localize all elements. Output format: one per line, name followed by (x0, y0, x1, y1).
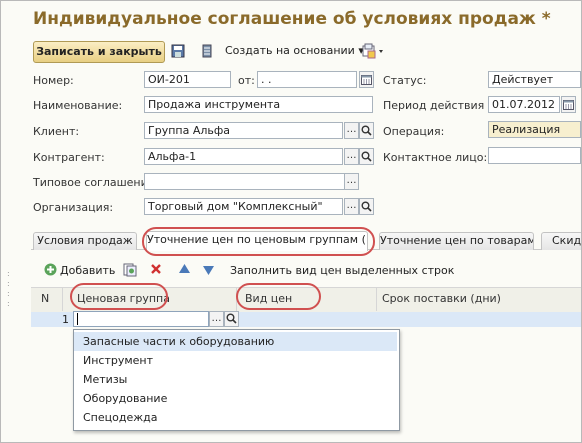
text-cursor (77, 313, 78, 325)
save-icon[interactable] (171, 43, 185, 59)
typical-agreement-select-button[interactable]: … (344, 173, 359, 190)
number-field[interactable]: ОИ-201 (144, 71, 231, 88)
print-menu-button[interactable] (362, 43, 386, 59)
client-field[interactable]: Группа Альфа (144, 122, 343, 139)
page-title: Индивидуальное соглашение об условиях пр… (33, 9, 551, 29)
price-group-search-button[interactable] (224, 311, 239, 327)
name-label: Наименование: (33, 99, 123, 112)
window: :::: Индивидуальное соглашение об услови… (0, 0, 582, 443)
fill-price-type-button[interactable]: Заполнить вид цен выделенных строк (230, 264, 454, 277)
tab-sales-conditions[interactable]: Условия продаж (33, 232, 137, 250)
highlight-oval-price-type (236, 283, 321, 310)
dropdown-item[interactable]: Запасные части к оборудованию (74, 332, 397, 351)
period-calendar-button[interactable] (561, 96, 576, 113)
period-field[interactable]: 01.07.2012 (488, 96, 560, 113)
resize-grip[interactable]: :::: (7, 269, 11, 319)
tab-price-goods[interactable]: Уточнение цен по товарам (379, 232, 534, 250)
save-and-close-button[interactable]: Записать и закрыть (33, 41, 165, 63)
create-based-on-label: Создать на основании (225, 44, 355, 57)
column-separator (62, 287, 63, 311)
search-icon (226, 313, 237, 324)
dropdown-item[interactable]: Метизы (74, 370, 397, 389)
price-group-select-button[interactable]: … (209, 311, 224, 327)
row-number: 1 (62, 313, 69, 326)
search-icon (361, 201, 372, 212)
number-label: Номер: (33, 74, 74, 87)
search-icon (361, 125, 372, 136)
price-group-dropdown: Запасные части к оборудованию Инструмент… (73, 329, 400, 431)
counterparty-label: Контрагент: (33, 151, 105, 164)
contact-person-field[interactable] (488, 147, 581, 164)
organization-select-button[interactable]: … (344, 198, 359, 215)
period-label: Период действия с: (383, 99, 498, 112)
search-icon (361, 151, 372, 162)
add-icon (44, 263, 57, 276)
dropdown-item[interactable]: Инструмент (74, 351, 397, 370)
client-search-button[interactable] (359, 122, 374, 139)
calendar-button[interactable] (359, 71, 374, 88)
typical-agreement-field[interactable] (144, 173, 358, 190)
counterparty-select-button[interactable]: … (344, 148, 359, 165)
operation-field[interactable]: Реализация (488, 121, 581, 138)
organization-search-button[interactable] (359, 198, 374, 215)
add-button[interactable]: Добавить (60, 264, 115, 277)
copy-icon[interactable] (123, 263, 137, 277)
operation-label: Операция: (383, 125, 445, 138)
status-field[interactable]: Действует (488, 71, 581, 88)
price-group-input[interactable] (73, 311, 209, 327)
client-select-button[interactable]: … (344, 122, 359, 139)
dropdown-item[interactable]: Оборудование (74, 389, 397, 408)
tab-discounts[interactable]: Скид (541, 232, 581, 250)
counterparty-search-button[interactable] (359, 148, 374, 165)
column-header-n[interactable]: N (41, 292, 49, 305)
column-header-delivery-days[interactable]: Срок поставки (дни) (382, 292, 501, 305)
register-icon[interactable] (200, 43, 214, 59)
organization-field[interactable]: Торговый дом "Комплексный" (144, 198, 343, 215)
move-down-icon[interactable] (202, 264, 215, 276)
counterparty-field[interactable]: Альфа-1 (144, 148, 343, 165)
calendar-icon (361, 75, 372, 85)
highlight-oval-tab (142, 227, 375, 256)
calendar-icon (563, 100, 574, 110)
typical-agreement-label: Типовое соглашение: (33, 176, 159, 189)
date-from-label: от: (238, 74, 255, 87)
highlight-oval-price-group (70, 283, 168, 310)
column-separator (376, 287, 377, 311)
dropdown-item[interactable]: Спецодежда (74, 408, 397, 427)
status-label: Статус: (383, 74, 427, 87)
contact-person-label: Контактное лицо: (383, 151, 488, 164)
client-label: Клиент: (33, 125, 80, 138)
date-field[interactable]: . . (257, 71, 357, 88)
delete-icon[interactable] (150, 263, 162, 275)
organization-label: Организация: (33, 201, 114, 214)
move-up-icon[interactable] (178, 263, 191, 275)
name-field[interactable]: Продажа инструмента (144, 96, 373, 113)
create-based-on-button[interactable]: Создать на основании ▾ (225, 44, 364, 57)
